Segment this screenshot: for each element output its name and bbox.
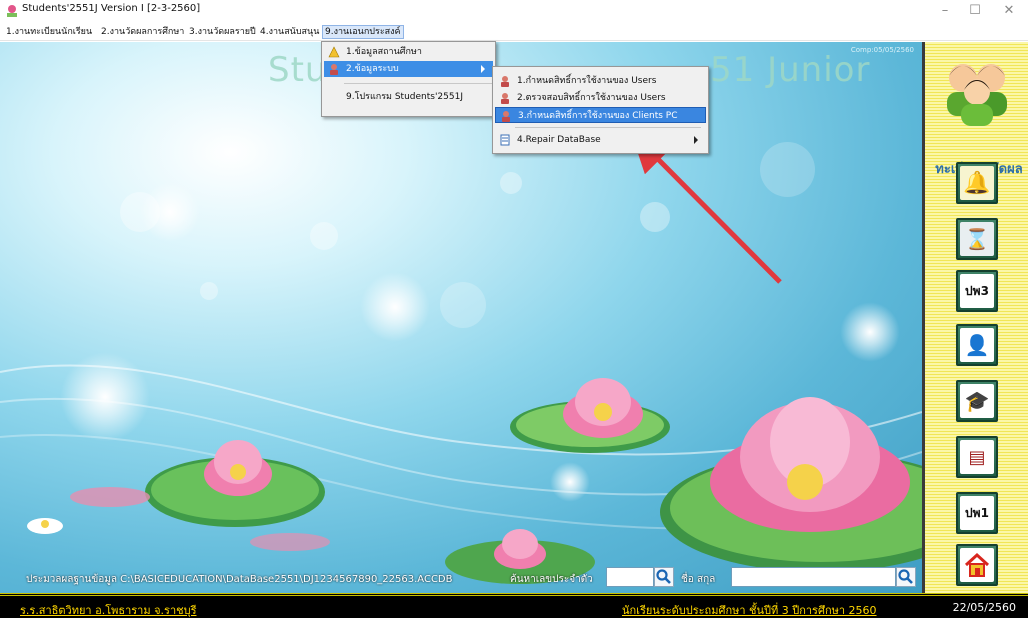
records-button[interactable]: ▤ (956, 436, 998, 478)
search-icon (656, 569, 671, 584)
student-icon: 👤 (964, 333, 990, 357)
student-button[interactable]: 👤 (956, 324, 998, 366)
user-icon (330, 64, 338, 75)
pp1-label: ปพ1 (965, 505, 989, 520)
right-sidebar: ทะเบียน&วัดผล 🔔 ⌛ ปพ3 👤 🎓 ▤ ปพ1 (922, 42, 1028, 593)
minimize-button[interactable]: – (930, 2, 960, 20)
main-background: Stu 51 Junior Comp:05/05/2560 ประมวลผลฐา… (0, 42, 922, 593)
menu-assign-user-rights[interactable]: 1.กำหนดสิทธิ์การใช้งานของ Users (495, 73, 706, 89)
id-search-input[interactable] (606, 567, 654, 587)
home-button[interactable] (956, 544, 998, 586)
database-path: ประมวลผลฐานข้อมูล C:\BASICEDUCATION\Data… (26, 574, 453, 585)
menu-check-user-rights[interactable]: 2.ตรวจสอบสิทธิ์การใช้งานของ Users (495, 90, 706, 106)
menu-system-info[interactable]: 2.ข้อมูลระบบ (324, 61, 493, 77)
menu-bar: 1.งานทะเบียนนักเรียน 2.งานวัดผลการศึกษา … (0, 22, 1028, 41)
records-icon: ▤ (968, 446, 986, 468)
window-title: Students'2551J Version I [2-3-2560] (22, 3, 201, 14)
maximize-button[interactable]: ☐ (960, 2, 990, 20)
name-search-label: ชื่อ สกุล (681, 574, 716, 585)
search-icon (898, 569, 913, 584)
red-arrow-annotation (630, 131, 782, 284)
menu-repair-database[interactable]: 4.Repair DataBase (495, 132, 706, 148)
user-icon (502, 111, 510, 122)
menu-program-info[interactable]: 9.โปรแกรม Students'2551J (324, 89, 493, 105)
graduate-button[interactable]: 🎓 (956, 380, 998, 422)
school-name: ร.ร.สาธิตวิทยา อ.โพธาราม จ.ราชบุรี (20, 604, 197, 617)
system-submenu: 1.กำหนดสิทธิ์การใช้งานของ Users 2.ตรวจสอ… (492, 66, 709, 154)
utilities-dropdown: 1.ข้อมูลสถานศึกษา 2.ข้อมูลระบบ 9.โปรแกรม… (321, 41, 496, 117)
menu-school-info[interactable]: 1.ข้อมูลสถานศึกษา (324, 44, 493, 60)
bell-button[interactable]: 🔔 (956, 162, 998, 204)
graduate-icon: 🎓 (964, 389, 990, 413)
pp3-button[interactable]: ปพ3 (956, 270, 998, 312)
class-level: นักเรียนระดับประถมศึกษา ชั้นปีที่ 3 ปีกา… (622, 604, 877, 617)
id-search-label: ค้นหาเลขประจำตัว (510, 574, 593, 585)
menu-registration[interactable]: 1.งานทะเบียนนักเรียน (4, 25, 94, 39)
pp1-button[interactable]: ปพ1 (956, 492, 998, 534)
id-search-button[interactable] (654, 567, 674, 587)
students-logo (947, 64, 1007, 126)
user-icon (501, 93, 509, 104)
close-button[interactable]: ✕ (994, 2, 1024, 20)
app-icon (7, 5, 17, 17)
title-bar: Students'2551J Version I [2-3-2560] – ☐ … (0, 0, 1028, 22)
menu-separator (515, 127, 701, 128)
path-bar: ประมวลผลฐานข้อมูล C:\BASICEDUCATION\Data… (0, 564, 922, 592)
home-icon (964, 552, 990, 577)
submenu-arrow-icon (694, 136, 698, 144)
name-search-input[interactable] (731, 567, 896, 587)
menu-utilities[interactable]: 9.งานเอนกประสงค์ (322, 25, 404, 39)
menu-yearly-evaluation[interactable]: 3.งานวัดผลรายปี (187, 25, 258, 39)
menu-assign-client-rights[interactable]: 3.กำหนดสิทธิ์การใช้งานของ Clients PC (495, 107, 706, 123)
app-window: { "window": { "title": "Students'2551J V… (0, 0, 1028, 618)
hourglass-icon: ⌛ (964, 227, 990, 251)
current-date: 22/05/2560 (952, 601, 1016, 614)
warning-icon (328, 46, 340, 58)
submenu-arrow-icon (481, 65, 485, 73)
status-footer: ร.ร.สาธิตวิทยา อ.โพธาราม จ.ราชบุรี นักเร… (0, 593, 1028, 618)
hourglass-button[interactable]: ⌛ (956, 218, 998, 260)
menu-separator (344, 83, 492, 84)
name-search-button[interactable] (896, 567, 916, 587)
user-icon (501, 76, 509, 87)
menu-evaluation[interactable]: 2.งานวัดผลการศึกษา (99, 25, 186, 39)
database-icon (500, 134, 510, 146)
bell-icon: 🔔 (963, 170, 991, 196)
pp3-label: ปพ3 (965, 283, 989, 298)
menu-support[interactable]: 4.งานสนับสนุน (258, 25, 321, 39)
